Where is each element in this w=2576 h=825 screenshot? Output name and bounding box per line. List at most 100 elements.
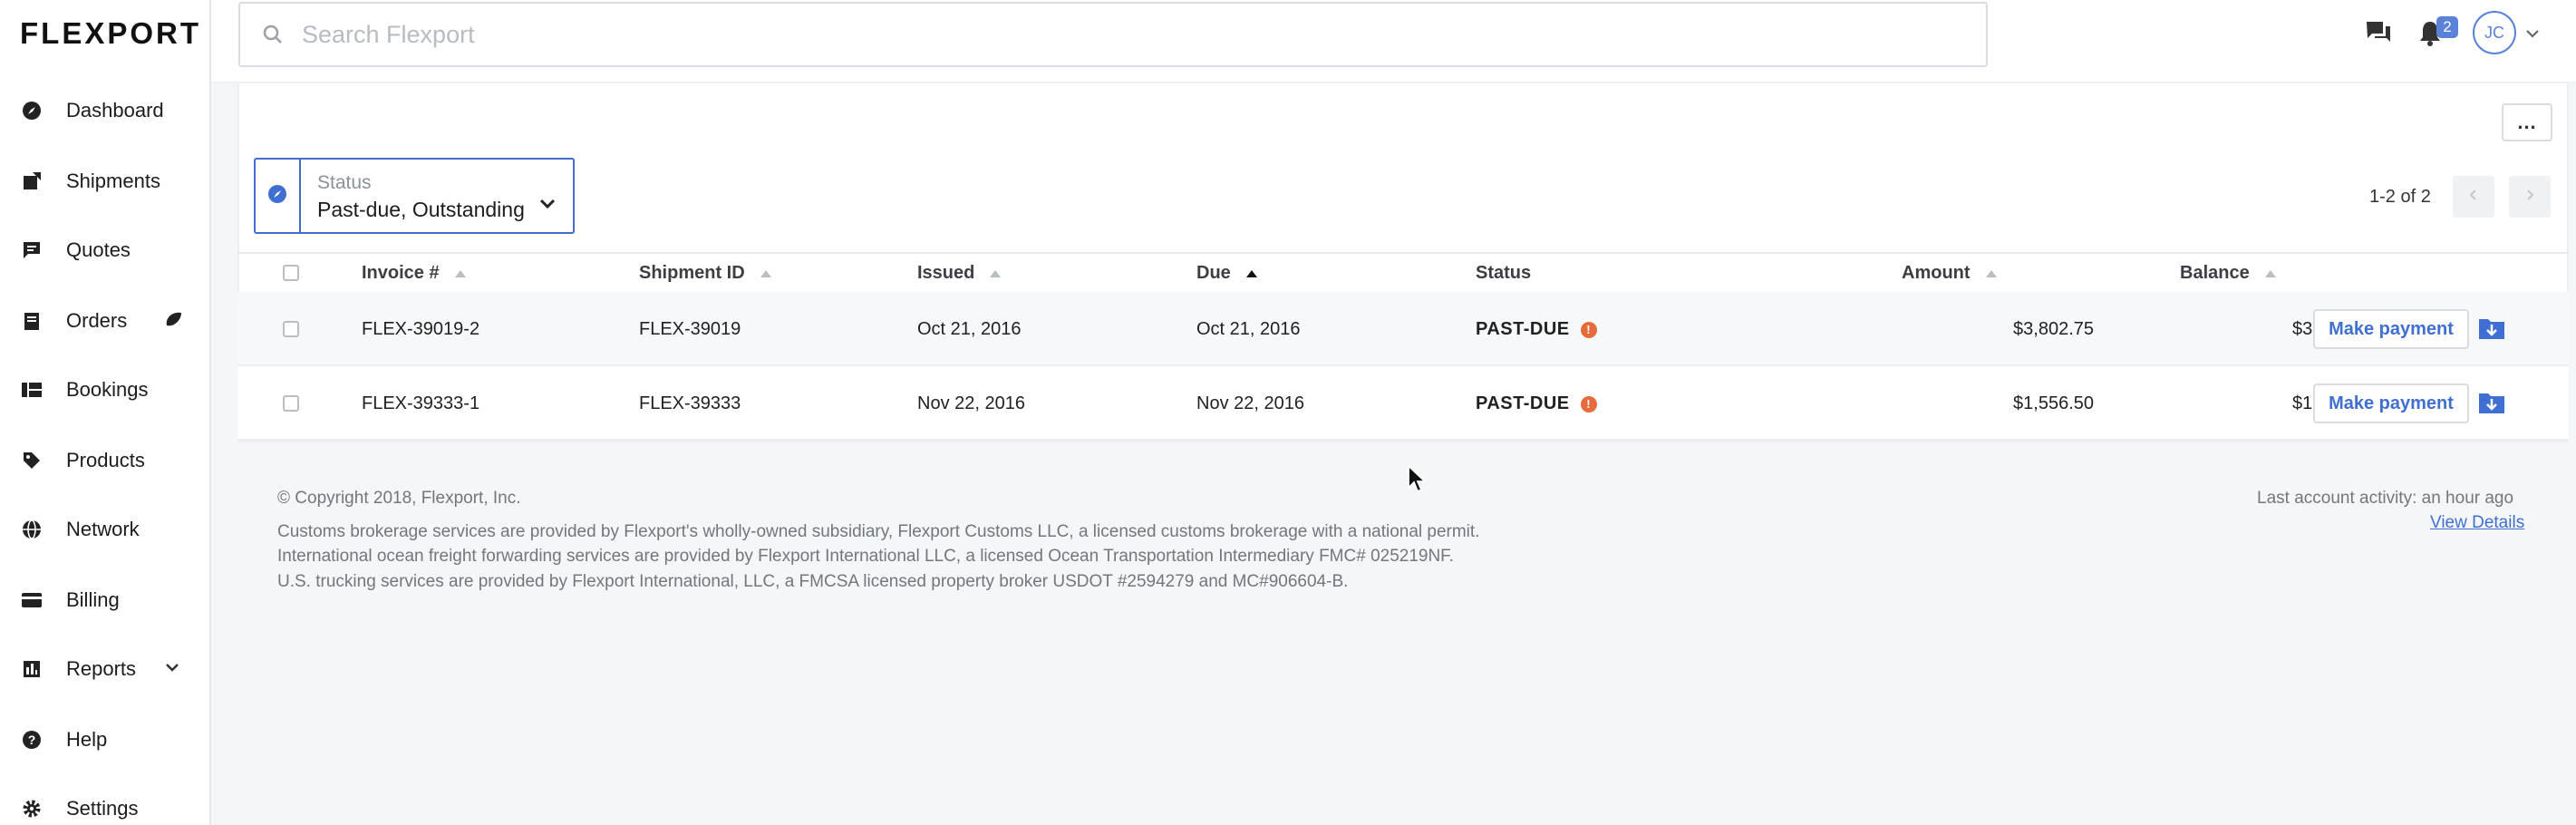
column-header-balance[interactable]: Balance bbox=[2180, 263, 2277, 284]
status-badge: PAST-DUE! bbox=[1476, 319, 1597, 340]
column-header-label: Status bbox=[1476, 263, 1532, 283]
legal-line-customs: Customs brokerage services are provided … bbox=[277, 522, 1480, 541]
flexport-logo[interactable]: FLEXPORT bbox=[20, 16, 201, 51]
compass-icon bbox=[267, 184, 287, 209]
search-box[interactable] bbox=[238, 2, 1988, 67]
sidebar-item-label: Quotes bbox=[66, 238, 131, 261]
gear-icon bbox=[20, 797, 44, 820]
sidebar-item-dashboard[interactable]: Dashboard bbox=[0, 83, 209, 138]
next-page-button[interactable] bbox=[2509, 176, 2551, 218]
make-payment-button[interactable]: Make payment bbox=[2313, 309, 2469, 349]
column-header-due[interactable]: Due bbox=[1196, 263, 1258, 284]
issued-date: Oct 21, 2016 bbox=[917, 319, 1022, 339]
chevron-down-icon bbox=[538, 198, 557, 215]
shipments-icon bbox=[20, 170, 44, 193]
sidebar-item-network[interactable]: Network bbox=[0, 502, 209, 557]
sort-up-icon bbox=[760, 263, 772, 284]
sidebar-item-label: Settings bbox=[66, 797, 139, 820]
column-header-label: Invoice # bbox=[362, 263, 440, 283]
invoice-number[interactable]: FLEX-39333-1 bbox=[362, 393, 479, 414]
table-row[interactable]: FLEX-39019-2 FLEX-39019 Oct 21, 2016 Oct… bbox=[237, 292, 2569, 366]
table-header: Invoice # Shipment ID Issued Due Status … bbox=[237, 252, 2569, 292]
column-header-label: Due bbox=[1196, 263, 1231, 283]
chevron-down-icon[interactable] bbox=[2525, 27, 2540, 44]
download-invoice-icon[interactable] bbox=[2478, 316, 2505, 345]
bookings-icon bbox=[20, 378, 44, 402]
pagination-summary: 1-2 of 2 bbox=[2369, 187, 2431, 207]
search-icon bbox=[262, 24, 284, 50]
status-badge: PAST-DUE! bbox=[1476, 393, 1597, 414]
last-activity-text: Last account activity: an hour ago bbox=[2257, 489, 2514, 508]
sidebar-item-label: Dashboard bbox=[66, 99, 164, 121]
quotes-icon bbox=[20, 238, 44, 262]
select-all-checkbox[interactable] bbox=[283, 265, 299, 281]
reports-icon bbox=[20, 657, 44, 681]
dashboard-icon bbox=[20, 99, 44, 122]
products-icon bbox=[20, 449, 44, 472]
sort-up-icon bbox=[2264, 263, 2277, 284]
sidebar-item-reports[interactable]: Reports bbox=[0, 642, 209, 696]
sidebar-item-label: Orders bbox=[66, 309, 128, 332]
chevron-down-icon[interactable] bbox=[165, 661, 179, 677]
status-filter-dropdown[interactable]: Status Past-due, Outstanding bbox=[254, 158, 575, 234]
status-label: PAST-DUE bbox=[1476, 393, 1570, 413]
column-header-label: Issued bbox=[917, 263, 975, 283]
previous-page-button[interactable] bbox=[2453, 176, 2494, 218]
due-date: Oct 21, 2016 bbox=[1196, 319, 1301, 339]
legal-line-ocean: International ocean freight forwarding s… bbox=[277, 547, 1454, 566]
status-filter-value: Past-due, Outstanding bbox=[317, 198, 525, 221]
sort-up-icon bbox=[454, 263, 467, 284]
shipment-id[interactable]: FLEX-39333 bbox=[639, 393, 741, 414]
column-header-label: Amount bbox=[1902, 263, 1971, 283]
issued-date: Nov 22, 2016 bbox=[917, 393, 1025, 413]
download-invoice-icon[interactable] bbox=[2478, 391, 2505, 419]
column-header-issued[interactable]: Issued bbox=[917, 263, 1002, 284]
sidebar-item-billing[interactable]: Billing bbox=[0, 573, 209, 627]
make-payment-button[interactable]: Make payment bbox=[2313, 383, 2469, 423]
column-header-label: Balance bbox=[2180, 263, 2250, 283]
sidebar-item-products[interactable]: Products bbox=[0, 433, 209, 488]
amount: $1,556.50 bbox=[2013, 393, 2094, 413]
alert-icon: ! bbox=[1580, 321, 1597, 338]
due-date: Nov 22, 2016 bbox=[1196, 393, 1304, 413]
status-filter-label: Status bbox=[317, 172, 372, 193]
avatar[interactable]: JC bbox=[2473, 11, 2516, 54]
sidebar-item-label: Products bbox=[66, 449, 145, 471]
view-details-link[interactable]: View Details bbox=[2430, 513, 2524, 533]
column-header-amount[interactable]: Amount bbox=[1902, 263, 1998, 284]
column-header-status: Status bbox=[1476, 263, 1531, 284]
column-header-shipment[interactable]: Shipment ID bbox=[639, 263, 772, 284]
invoice-number[interactable]: FLEX-39019-2 bbox=[362, 319, 479, 340]
sidebar-item-quotes[interactable]: Quotes bbox=[0, 223, 209, 277]
svg-text:?: ? bbox=[28, 733, 36, 747]
sort-up-icon bbox=[989, 263, 1002, 284]
filter-icon-box bbox=[256, 160, 301, 232]
table-row[interactable]: FLEX-39333-1 FLEX-39333 Nov 22, 2016 Nov… bbox=[237, 366, 2569, 441]
row-checkbox[interactable] bbox=[283, 395, 299, 412]
sidebar-item-label: Network bbox=[66, 518, 140, 540]
notification-badge: 2 bbox=[2436, 16, 2458, 38]
sidebar-item-orders[interactable]: Orders bbox=[0, 294, 209, 348]
mouse-cursor-icon bbox=[1407, 463, 1428, 500]
column-header-label: Shipment ID bbox=[639, 263, 745, 283]
copyright-text: © Copyright 2018, Flexport, Inc. bbox=[277, 489, 521, 508]
sidebar-item-settings[interactable]: Settings bbox=[0, 781, 209, 825]
sidebar-item-label: Billing bbox=[66, 588, 120, 611]
sidebar-item-help[interactable]: ? Help bbox=[0, 713, 209, 767]
sidebar-item-bookings[interactable]: Bookings bbox=[0, 363, 209, 417]
chat-icon[interactable] bbox=[2365, 20, 2392, 50]
top-bar bbox=[211, 0, 2576, 83]
shipment-id[interactable]: FLEX-39019 bbox=[639, 319, 741, 340]
sidebar-item-shipments[interactable]: Shipments bbox=[0, 154, 209, 209]
sort-up-icon bbox=[1985, 263, 1998, 284]
search-input[interactable] bbox=[302, 20, 1933, 49]
sidebar-item-label: Help bbox=[66, 728, 108, 751]
more-options-button[interactable]: ... bbox=[2502, 103, 2552, 141]
chevron-left-icon bbox=[2468, 188, 2479, 207]
help-icon: ? bbox=[20, 728, 44, 752]
column-header-invoice[interactable]: Invoice # bbox=[362, 263, 467, 284]
legal-line-trucking: U.S. trucking services are provided by F… bbox=[277, 572, 1349, 591]
row-checkbox[interactable] bbox=[283, 321, 299, 337]
sort-up-active-icon bbox=[1245, 263, 1258, 284]
orders-tag-icon bbox=[163, 309, 183, 334]
